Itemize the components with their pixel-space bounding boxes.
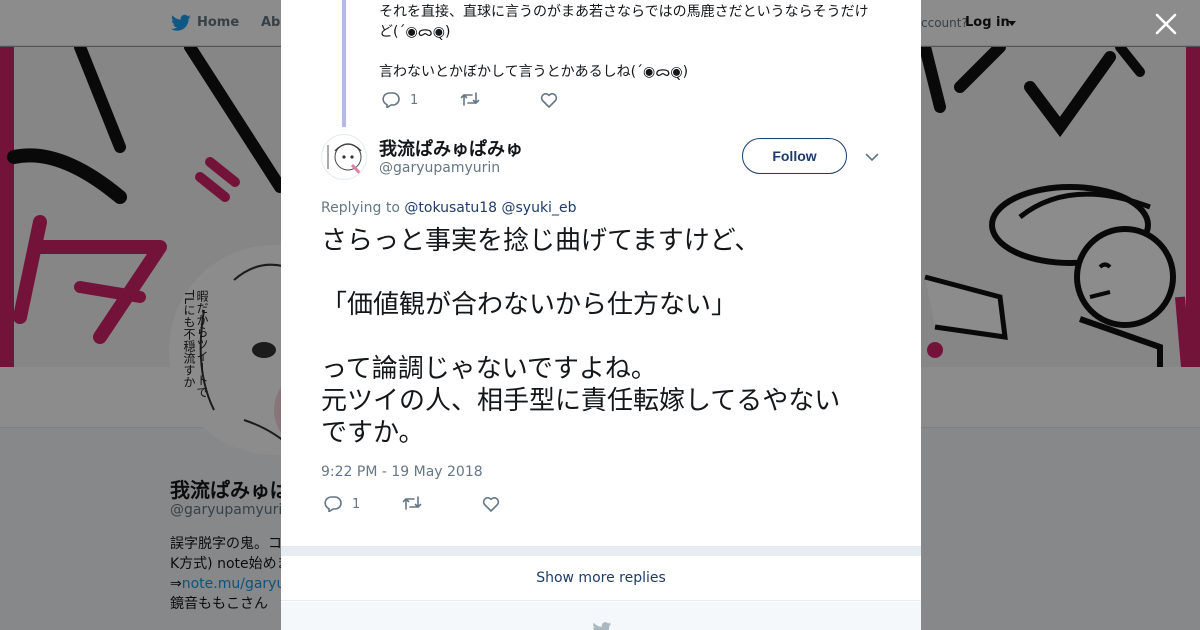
chevron-down-icon[interactable]: [864, 149, 880, 165]
tweet-author-name[interactable]: 我流ぱみゅぱみゅ: [379, 135, 523, 161]
reply-button[interactable]: 1: [324, 496, 360, 512]
twitter-bird-icon: [593, 622, 612, 630]
modal-footer: [281, 602, 921, 630]
like-button[interactable]: [540, 92, 558, 108]
show-more-replies-button[interactable]: Show more replies: [281, 556, 921, 601]
reply-button[interactable]: 1: [382, 92, 418, 108]
retweet-button[interactable]: [402, 496, 422, 510]
tweet-actions: 1: [324, 496, 624, 518]
avatar-illustration: [327, 143, 366, 179]
tweet-author-avatar[interactable]: [321, 134, 367, 180]
replying-to: Replying to @tokusatu18 @syuki_eb: [321, 200, 576, 216]
tweet-timestamp[interactable]: 9:22 PM - 19 May 2018: [321, 464, 483, 480]
like-button[interactable]: [482, 496, 500, 512]
tweet-author-handle[interactable]: @garyupamyurin: [379, 160, 500, 176]
reply-icon: [382, 92, 400, 108]
parent-tweet-actions: 1: [382, 92, 682, 112]
follow-button[interactable]: Follow: [742, 138, 847, 174]
tweet-modal: それを直接、直球に言うのがまあ若さならではの馬鹿さだというならそうだけど(´◉ᯅ…: [281, 0, 921, 630]
reply-count: 1: [410, 92, 419, 108]
retweet-icon: [402, 496, 422, 510]
retweet-button[interactable]: [460, 92, 480, 106]
replying-to-label: Replying to: [321, 200, 400, 216]
reply-count: 1: [352, 496, 361, 512]
tweet-text: さらっと事実を捻じ曲げてますけど、 「価値観が合わないから仕方ない」 って論調じ…: [321, 226, 841, 448]
like-icon: [540, 93, 558, 108]
reply-icon: [324, 496, 342, 512]
parent-tweet-text: それを直接、直球に言うのがまあ若さならではの馬鹿さだというならそうだけど(´◉ᯅ…: [379, 4, 869, 80]
section-divider: [281, 546, 921, 556]
close-icon[interactable]: [1152, 10, 1180, 38]
like-icon: [482, 497, 500, 512]
conversation-thread-line: [342, 0, 346, 127]
retweet-icon: [460, 92, 480, 106]
mention-link[interactable]: @tokusatu18: [404, 200, 497, 216]
mention-link[interactable]: @syuki_eb: [502, 200, 577, 216]
